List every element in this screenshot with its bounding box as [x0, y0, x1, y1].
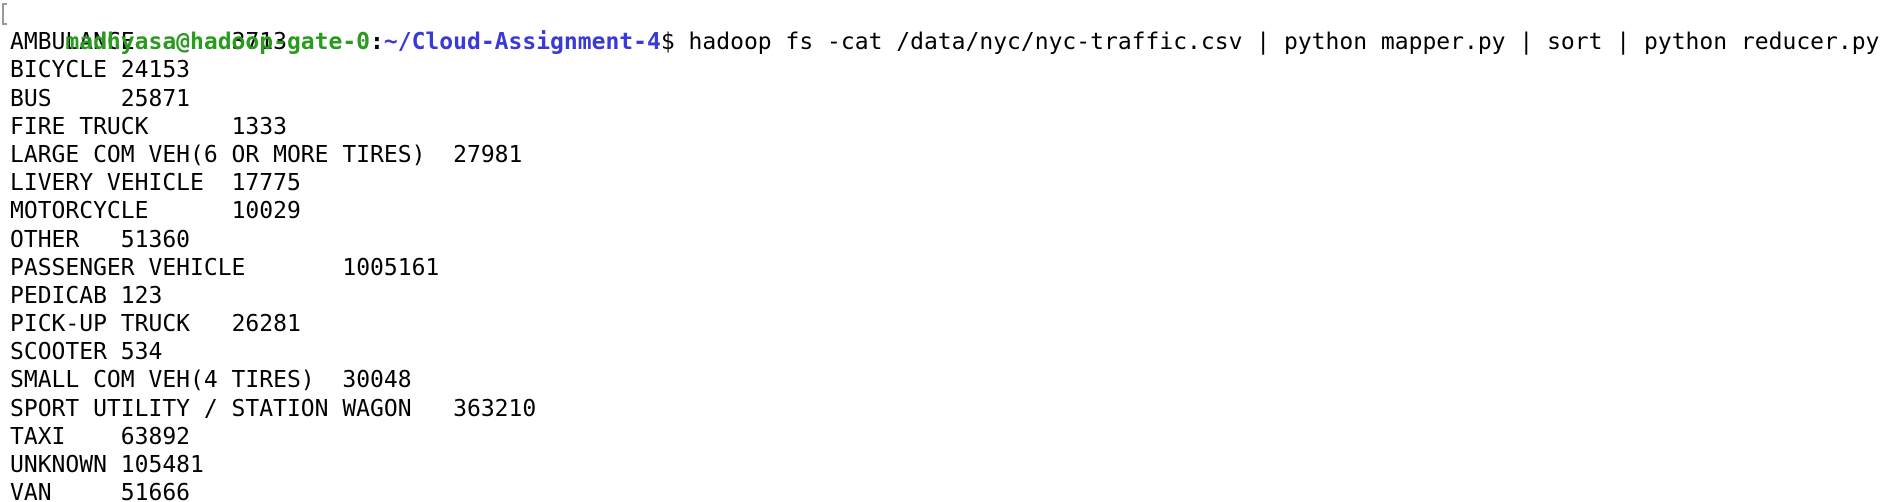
tab-gap — [315, 367, 343, 393]
terminal-window[interactable]: madhyasa@hadoop-gate-0:~/Cloud-Assignmen… — [0, 0, 1900, 502]
vehicle-type-label: FIRE TRUCK — [10, 113, 149, 140]
tab-gap — [52, 480, 121, 502]
tab-gap — [52, 86, 121, 112]
prompt-separator: : — [370, 29, 384, 56]
prompt-symbol: $ — [660, 29, 675, 56]
tab-gap — [107, 57, 121, 83]
tab-gap — [107, 452, 121, 478]
tab-gap — [425, 142, 453, 168]
vehicle-type-label: PICK-UP TRUCK — [10, 311, 191, 338]
output-line: VAN 51666 — [10, 479, 1900, 502]
vehicle-count-value: 25871 — [120, 85, 191, 112]
tab-gap — [245, 255, 342, 281]
output-line: UNKNOWN 105481 — [10, 451, 1900, 479]
prompt-working-directory: ~/Cloud-Assignment-4 — [383, 29, 661, 56]
vehicle-type-label: UNKNOWN — [10, 452, 107, 478]
output-line: PEDICAB 123 — [10, 282, 1900, 310]
selection-bracket-icon — [2, 3, 7, 25]
vehicle-type-label: MOTORCYCLE — [10, 198, 149, 225]
tab-gap — [148, 198, 231, 224]
output-line: BICYCLE 24153 — [10, 56, 1900, 84]
vehicle-count-value: 51666 — [120, 480, 191, 502]
output-line: LARGE COM VEH(6 OR MORE TIRES) 27981 — [10, 141, 1900, 169]
output-line: BUS 25871 — [10, 85, 1900, 113]
tab-gap — [65, 424, 120, 450]
vehicle-type-label: LARGE COM VEH(6 OR MORE TIRES) — [10, 141, 426, 168]
vehicle-type-label: SPORT UTILITY / STATION WAGON — [10, 395, 412, 422]
vehicle-type-label: TAXI — [10, 423, 66, 450]
tab-gap — [107, 339, 121, 365]
tab-gap — [412, 396, 454, 422]
vehicle-type-label: LIVERY VEHICLE — [10, 170, 204, 197]
vehicle-type-label: PASSENGER VEHICLE — [10, 254, 246, 281]
vehicle-type-label: SCOOTER — [10, 339, 107, 366]
vehicle-type-label: VAN — [10, 480, 52, 502]
output-line: SPORT UTILITY / STATION WAGON 363210 — [10, 395, 1900, 423]
vehicle-count-value: 1005161 — [342, 254, 440, 281]
vehicle-type-label: BUS — [10, 85, 52, 112]
vehicle-type-label: OTHER — [10, 226, 80, 253]
output-line: TAXI 63892 — [10, 423, 1900, 451]
output-line: OTHER 51360 — [10, 226, 1900, 254]
output-line: LIVERY VEHICLE 17775 — [10, 169, 1900, 197]
prompt-user-host: madhyasa@hadoop-gate-0 — [65, 29, 371, 56]
vehicle-count-value: 30048 — [342, 367, 412, 394]
vehicle-count-value: 24153 — [120, 57, 191, 84]
vehicle-count-value: 63892 — [120, 423, 191, 450]
output-line: PASSENGER VEHICLE 1005161 — [10, 254, 1900, 282]
vehicle-count-value: 51360 — [120, 226, 191, 253]
command-output: AMBULANCE 3713 BICYCLE 24153 BUS 25871 FIRE… — [10, 28, 1900, 502]
output-line: MOTORCYCLE 10029 — [10, 197, 1900, 225]
vehicle-count-value: 123 — [120, 282, 163, 309]
output-line: SCOOTER 534 — [10, 338, 1900, 366]
tab-gap — [107, 283, 121, 309]
output-line: PICK-UP TRUCK 26281 — [10, 310, 1900, 338]
vehicle-count-value: 105481 — [120, 452, 204, 478]
output-line: SMALL COM VEH(4 TIRES) 30048 — [10, 366, 1900, 394]
vehicle-count-value: 1333 — [231, 113, 287, 140]
command-prompt-line[interactable]: madhyasa@hadoop-gate-0:~/Cloud-Assignmen… — [2, 0, 1900, 55]
tab-gap — [204, 170, 232, 196]
output-line: FIRE TRUCK 1333 — [10, 113, 1900, 141]
vehicle-count-value: 17775 — [231, 170, 301, 197]
vehicle-count-value: 27981 — [453, 141, 523, 168]
command-text: hadoop fs -cat /data/nyc/nyc-traffic.csv… — [674, 29, 1880, 56]
tab-gap — [148, 114, 231, 140]
vehicle-type-label: SMALL COM VEH(4 TIRES) — [10, 367, 315, 394]
vehicle-type-label: PEDICAB — [10, 282, 107, 309]
tab-gap — [79, 227, 121, 253]
tab-gap — [190, 311, 232, 337]
vehicle-count-value: 363210 — [453, 395, 537, 422]
vehicle-count-value: 26281 — [231, 311, 301, 338]
vehicle-count-value: 10029 — [231, 198, 301, 225]
vehicle-count-value: 534 — [120, 339, 163, 366]
